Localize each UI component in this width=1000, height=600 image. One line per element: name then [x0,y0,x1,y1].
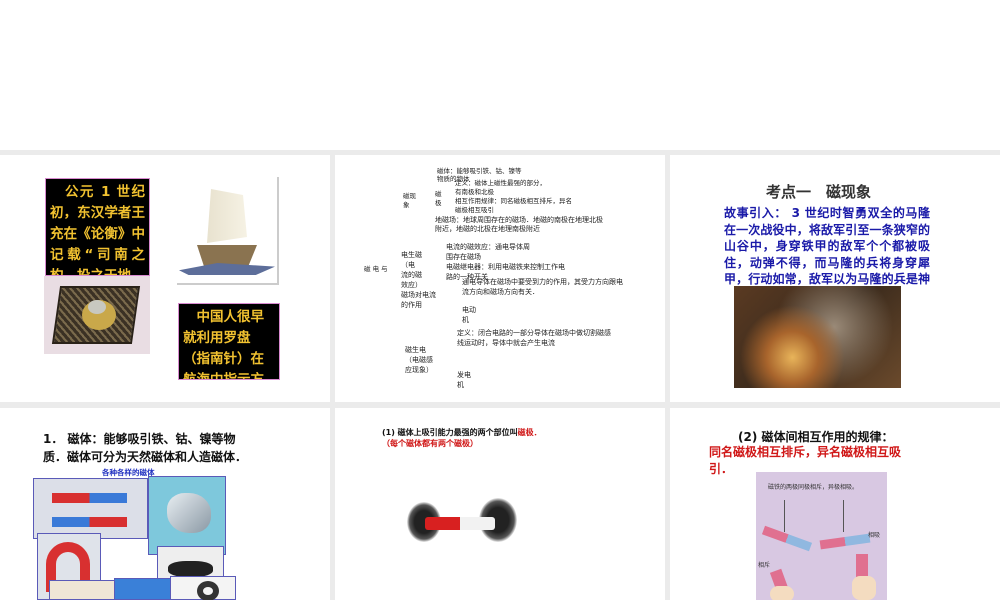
text-line: 流方向和磁场方向有关． [462,288,539,296]
text-line: 电动 [462,306,476,314]
text-line: 电生磁 [401,251,422,259]
highlight-term: 磁极． [517,428,542,437]
navigation-text-box: 中国人很早就利用罗盘（指南针）在航海中指示方向。 [178,303,280,380]
text-line: 电流的磁效应：通电导体周 [446,243,530,251]
slide-thumbnail-2[interactable]: 磁 电 与 磁现象 磁极 磁体：能够吸引铁、钴、镍等 物质的物体 定义：磁体上磁… [335,155,665,402]
mindmap-root: 磁 电 与 [364,265,388,273]
text-line: 机 [457,381,464,389]
text-line: 效应） [401,281,422,289]
text-line: 磁极相互吸引 [455,206,494,214]
text-line: 有南极和北极 [455,188,494,196]
text-line: 应现象） [405,366,433,374]
text-line: 定义：磁体上磁性最强的部分， [455,179,546,187]
slide-thumbnail-3[interactable]: 考点一 磁现象 故事引入： 3 世纪时智勇双全的马隆在一次战役中，将敌军引至一条… [670,155,1000,402]
image-caption: 各种各样的磁体 [102,468,155,477]
text-line: 附近，地磁的北极在地理南极附近 [435,225,540,233]
text-line: 通电导体在磁场中要受到力的作用，其受力方向跟电 [462,278,623,286]
text-line: (1) 磁体上吸引能力最强的两个部位叫 [382,428,518,437]
text-line: 电磁继电器：利用电磁铁来控制工作电 [446,263,565,271]
ship-image [177,177,279,285]
slide-thumbnail-6[interactable]: (2) 磁体间相互作用的规律： 同名磁极相互排斥，异名磁极相互吸引． 磁铁的两极… [670,408,1000,600]
text-line: 相互作用规律：同名磁极相互排斥，异名 [455,197,572,205]
node-electromagnet: 电生磁 （电 流的磁 效应） 磁场对电流 的作用 [401,250,436,310]
text-line: （电磁感 [405,356,433,364]
ring-magnet-image-2 [170,576,236,600]
node-motor: 电动 机 [462,305,476,325]
text-line: （电 [401,261,415,269]
text-line: 地磁场：地球周围存在的磁场．地磁的南极在地理北极 [435,216,603,224]
text-line: 的作用 [401,301,422,309]
magnet-definition: 1． 磁体：能够吸引铁、钴、镍等物质．磁体可分为天然磁体和人造磁体． [43,432,248,464]
disc-magnets-image [148,476,226,555]
ring-magnet-image-1 [49,580,115,600]
node-generator: 发电 机 [457,370,471,390]
text-line: 定义：闭合电路的一部分导体在磁场中做切割磁感 [457,329,611,337]
text-line: 围存在磁场 [446,253,481,261]
battle-painting [734,286,901,388]
bar-magnets-image [33,478,148,539]
text-line: 磁场对电流 [401,291,436,299]
slide-thumbnail-4[interactable]: 1． 磁体：能够吸引铁、钴、镍等物质．磁体可分为天然磁体和人造磁体． 各种各样的… [0,408,330,600]
story-text: 故事引入： 3 世纪时智勇双全的马隆在一次战役中，将敌军引至一条狭窄的山谷中，身… [724,206,930,286]
pole-definition: (1) 磁体上吸引能力最强的两个部位叫磁极． [382,427,542,438]
repel-label: 相斥 [758,562,771,569]
pole-note: （每个磁体都有两个磁极） [382,439,478,448]
history-text-box: 公元 1 世纪初，东汉学者王充在《论衡》中记载“司南之杓，投之于地， [45,178,150,276]
rule-title: (2) 磁体间相互作用的规律： [738,430,894,444]
text-line: 磁生电 [405,346,426,354]
figure-caption: 磁铁的两极同极相斥，异极相吸。 [768,484,859,491]
slide-title: 考点一 磁现象 [766,183,872,201]
magnet-iron-filings-image [407,498,517,548]
slide-thumbnail-5[interactable]: (1) 磁体上吸引能力最强的两个部位叫磁极． （每个磁体都有两个磁极） [335,408,665,600]
node-magnetism: 磁现象 [403,192,416,209]
node-induction: 磁生电 （电磁感 应现象） [405,345,433,375]
compass-image [44,276,150,354]
slide-thumbnail-1[interactable]: 公元 1 世纪初，东汉学者王充在《论衡》中记载“司南之杓，投之于地， 中国人很早… [0,155,330,402]
blue-magnet-image [114,578,171,600]
magnet-interaction-figure: 磁铁的两极同极相斥，异极相吸。 相斥 相吸 [756,472,887,600]
text-line: 发电 [457,371,471,379]
text-line: 机 [462,316,469,324]
text-line: 线运动时，导体中就会产生电流 [457,339,555,347]
text-line: 流的磁 [401,271,422,279]
node-poles: 磁极 [435,190,442,207]
attract-label: 相吸 [868,532,881,539]
